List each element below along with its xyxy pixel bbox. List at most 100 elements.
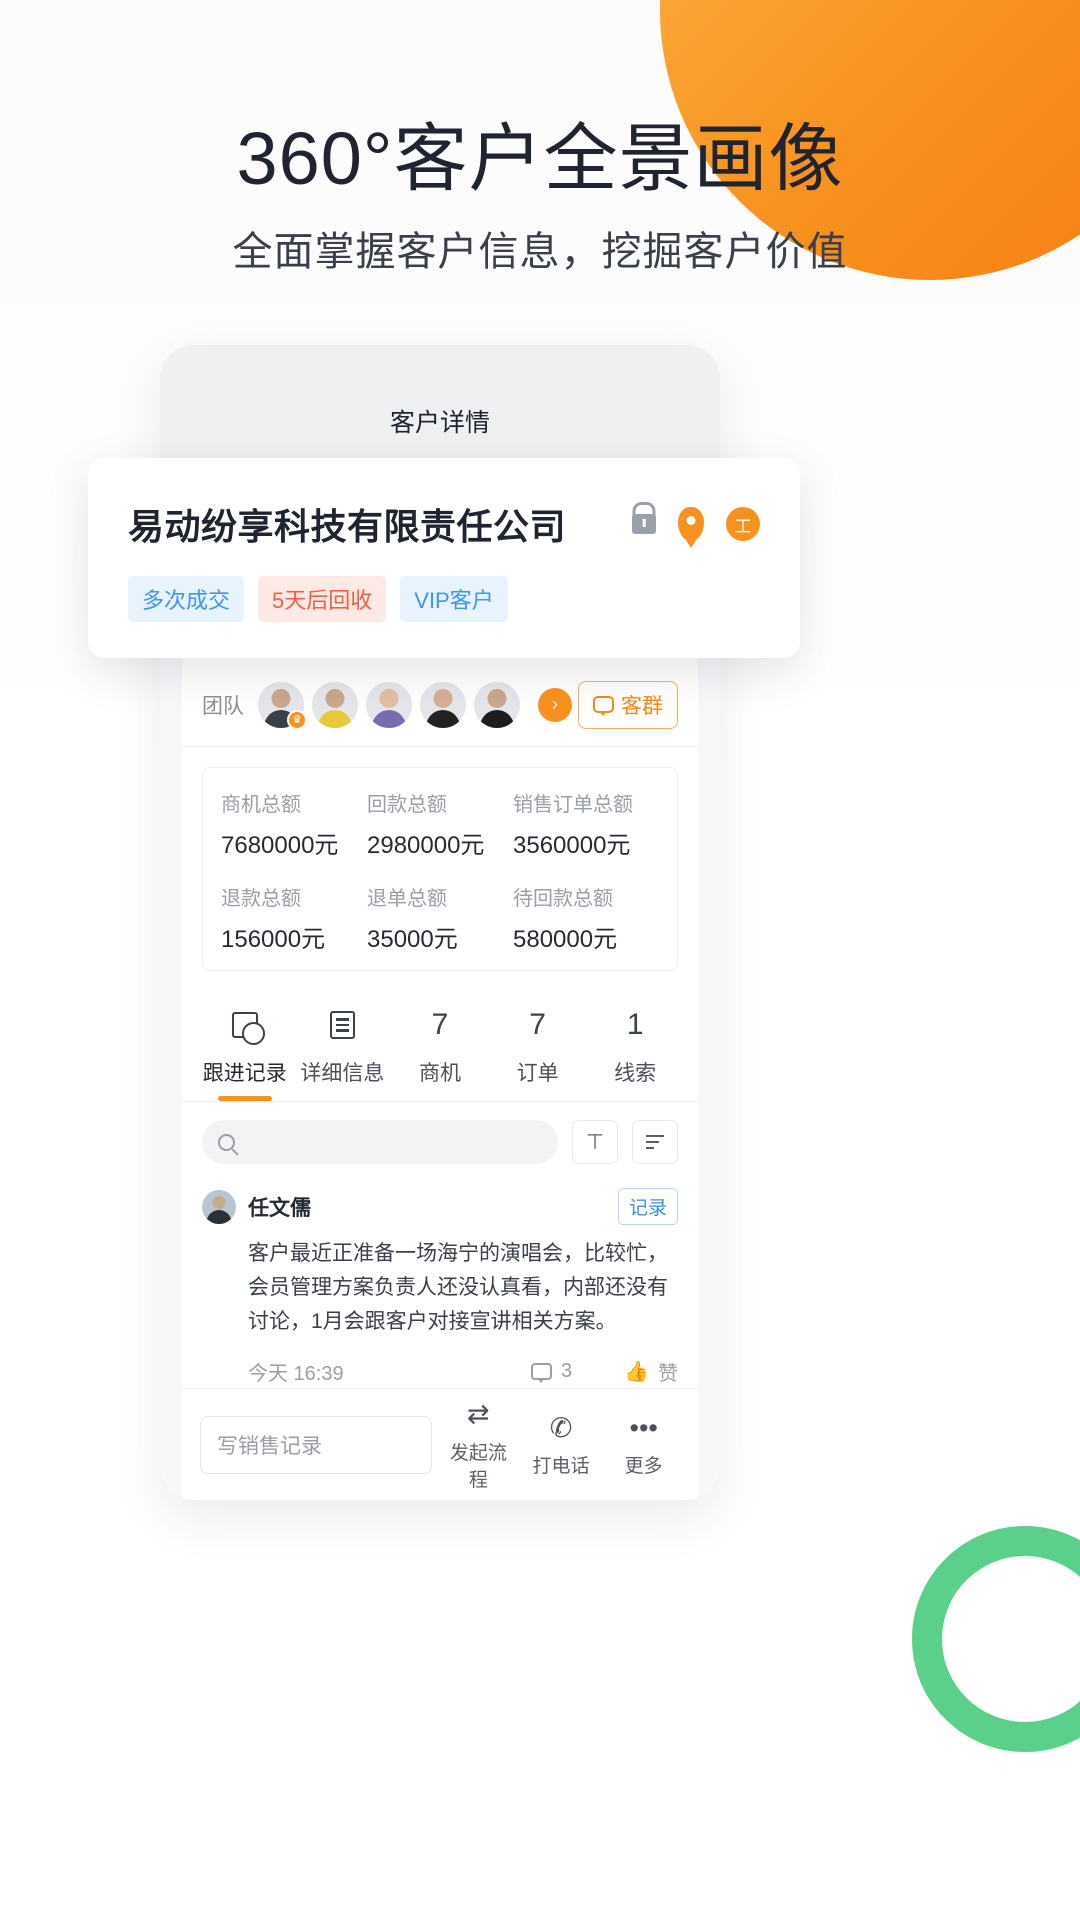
status-badge[interactable]: VIP客户 bbox=[400, 576, 508, 622]
post-author: 任文儒 bbox=[248, 1196, 311, 1220]
list-item[interactable]: 任文儒 记录 客户最近正准备一场海宁的演唱会，比较忙，会员管理方案负责人还没认真… bbox=[202, 1178, 678, 1406]
avatar-face bbox=[312, 681, 358, 728]
like-label: 赞 bbox=[658, 1363, 678, 1386]
funnel-icon: ⊤ bbox=[585, 1130, 605, 1154]
stat-label: 销售订单总额 bbox=[513, 794, 633, 816]
avatar[interactable]: ♛ bbox=[258, 681, 307, 730]
search-input[interactable] bbox=[202, 1120, 558, 1164]
chevron-right-icon[interactable]: › bbox=[538, 687, 572, 722]
thumbs-up-icon: 👍 bbox=[624, 1361, 649, 1384]
tab-orders[interactable]: 7 订单 bbox=[489, 991, 587, 1101]
like-button[interactable]: 👍 赞 bbox=[624, 1357, 678, 1386]
team-row: 团队 ♛ › 客群 bbox=[182, 663, 698, 747]
more-label: 更多 bbox=[624, 1456, 663, 1477]
start-flow-label: 发起流程 bbox=[449, 1442, 507, 1491]
phone-header-title: 客户详情 bbox=[389, 409, 490, 437]
tab-label: 订单 bbox=[516, 1062, 559, 1085]
comment-button[interactable]: 3 bbox=[530, 1360, 573, 1384]
active-tab-indicator bbox=[217, 1096, 272, 1101]
stat-value: 156000元 bbox=[221, 926, 326, 953]
hero-section: 360°客户全景画像 全面掌握客户信息，挖掘客户价值 bbox=[0, 117, 1080, 277]
lock-icon[interactable] bbox=[632, 514, 656, 534]
avatar[interactable] bbox=[202, 1189, 236, 1224]
write-record-placeholder: 写销售记录 bbox=[217, 1434, 322, 1458]
stat-label: 退单总额 bbox=[367, 888, 447, 910]
flow-icon: ⇄ bbox=[467, 1399, 490, 1429]
stat-value: 7680000元 bbox=[221, 832, 339, 859]
avatar[interactable] bbox=[312, 681, 358, 728]
stats-card: 商机总额 7680000元 回款总额 2980000元 销售订单总额 35600… bbox=[202, 767, 678, 971]
avatar-face bbox=[474, 681, 520, 728]
page-subtitle: 全面掌握客户信息，挖掘客户价值 bbox=[232, 229, 848, 274]
call-button[interactable]: ✆ 打电话 bbox=[525, 1411, 598, 1478]
chat-bubble-icon bbox=[593, 696, 614, 716]
start-flow-button[interactable]: ⇄ 发起流程 bbox=[442, 1398, 515, 1492]
customer-tags: 多次成交 5天后回收 VIP客户 bbox=[128, 576, 760, 622]
customer-name: 易动纷享科技有限责任公司 bbox=[128, 506, 567, 547]
post-body: 客户最近正准备一场海宁的演唱会，比较忙，会员管理方案负责人还没认真看，内部还没有… bbox=[248, 1242, 668, 1334]
avatar[interactable] bbox=[474, 681, 520, 728]
stat-value: 3560000元 bbox=[513, 832, 631, 859]
tab-leads[interactable]: 1 线索 bbox=[586, 991, 684, 1101]
comment-icon bbox=[530, 1363, 552, 1384]
tab-label: 跟进记录 bbox=[202, 1062, 287, 1085]
sort-button[interactable] bbox=[632, 1120, 678, 1164]
crown-icon: ♛ bbox=[287, 709, 307, 730]
tab-count: 7 bbox=[529, 1008, 546, 1041]
location-pin-icon[interactable] bbox=[678, 507, 704, 541]
tab-follow-records[interactable]: 跟进记录 bbox=[196, 991, 294, 1101]
customer-card-icons: 工 bbox=[632, 507, 760, 541]
avatar[interactable] bbox=[420, 681, 466, 728]
customer-card-header: 易动纷享科技有限责任公司 工 bbox=[128, 498, 760, 550]
stat-label: 商机总额 bbox=[221, 794, 301, 816]
stats-grid: 商机总额 7680000元 回款总额 2980000元 销售订单总额 35600… bbox=[221, 788, 659, 954]
customer-group-label: 客群 bbox=[621, 694, 663, 718]
page-title: 360°客户全景画像 bbox=[236, 117, 844, 200]
stat-value: 2980000元 bbox=[367, 832, 485, 859]
search-icon bbox=[218, 1133, 235, 1151]
phone-header: 客户详情 bbox=[160, 345, 720, 463]
post-footer: 今天 16:39 3 👍 赞 bbox=[248, 1357, 678, 1386]
tab-bar: 跟进记录 详细信息 7 商机 7 订单 1 线索 bbox=[182, 991, 698, 1102]
team-avatars[interactable]: ♛ › bbox=[258, 681, 572, 730]
stat-value: 35000元 bbox=[367, 926, 458, 953]
filter-button[interactable]: ⊤ bbox=[572, 1120, 618, 1164]
post-time: 今天 16:39 bbox=[248, 1363, 344, 1386]
more-icon: ••• bbox=[629, 1412, 658, 1443]
more-button[interactable]: ••• 更多 bbox=[607, 1411, 680, 1478]
comment-count: 3 bbox=[560, 1360, 573, 1383]
sort-icon bbox=[646, 1134, 664, 1150]
list-document-icon bbox=[329, 1011, 355, 1039]
stat-item: 商机总额 7680000元 bbox=[221, 788, 367, 860]
tab-detail-info[interactable]: 详细信息 bbox=[294, 991, 392, 1101]
customer-group-button[interactable]: 客群 bbox=[578, 680, 678, 729]
customer-summary-card: 易动纷享科技有限责任公司 工 多次成交 5天后回收 VIP客户 bbox=[88, 458, 800, 658]
search-row: ⊤ bbox=[182, 1102, 698, 1178]
tab-icon-slot bbox=[196, 1003, 294, 1047]
clock-document-icon bbox=[231, 1012, 265, 1045]
avatar-face bbox=[420, 681, 466, 728]
stat-item: 待回款总额 580000元 bbox=[513, 882, 659, 954]
tab-icon-slot bbox=[294, 1003, 392, 1047]
status-badge[interactable]: 记录 bbox=[617, 1188, 678, 1225]
avatar-face bbox=[366, 681, 412, 728]
stat-item: 销售订单总额 3560000元 bbox=[513, 788, 659, 860]
write-record-input[interactable]: 写销售记录 bbox=[200, 1415, 432, 1474]
stat-item: 退单总额 35000元 bbox=[367, 882, 513, 954]
stat-item: 退款总额 156000元 bbox=[221, 882, 367, 954]
avatar[interactable] bbox=[366, 681, 412, 728]
stat-label: 回款总额 bbox=[367, 794, 447, 816]
phone-icon: ✆ bbox=[549, 1412, 573, 1443]
call-label: 打电话 bbox=[532, 1456, 590, 1477]
tab-opportunities[interactable]: 7 商机 bbox=[391, 991, 489, 1101]
green-ring-decoration bbox=[912, 1526, 1080, 1752]
stat-value: 580000元 bbox=[513, 926, 618, 953]
status-badge[interactable]: 多次成交 bbox=[128, 576, 245, 622]
bottom-action-bar: 写销售记录 ⇄ 发起流程 ✆ 打电话 ••• 更多 bbox=[182, 1388, 698, 1500]
stat-label: 待回款总额 bbox=[513, 888, 613, 910]
tab-count: 1 bbox=[626, 1008, 644, 1041]
tab-label: 详细信息 bbox=[300, 1062, 385, 1085]
tab-label: 线索 bbox=[614, 1062, 657, 1085]
industry-badge-icon[interactable]: 工 bbox=[726, 507, 760, 541]
status-badge[interactable]: 5天后回收 bbox=[258, 576, 387, 622]
